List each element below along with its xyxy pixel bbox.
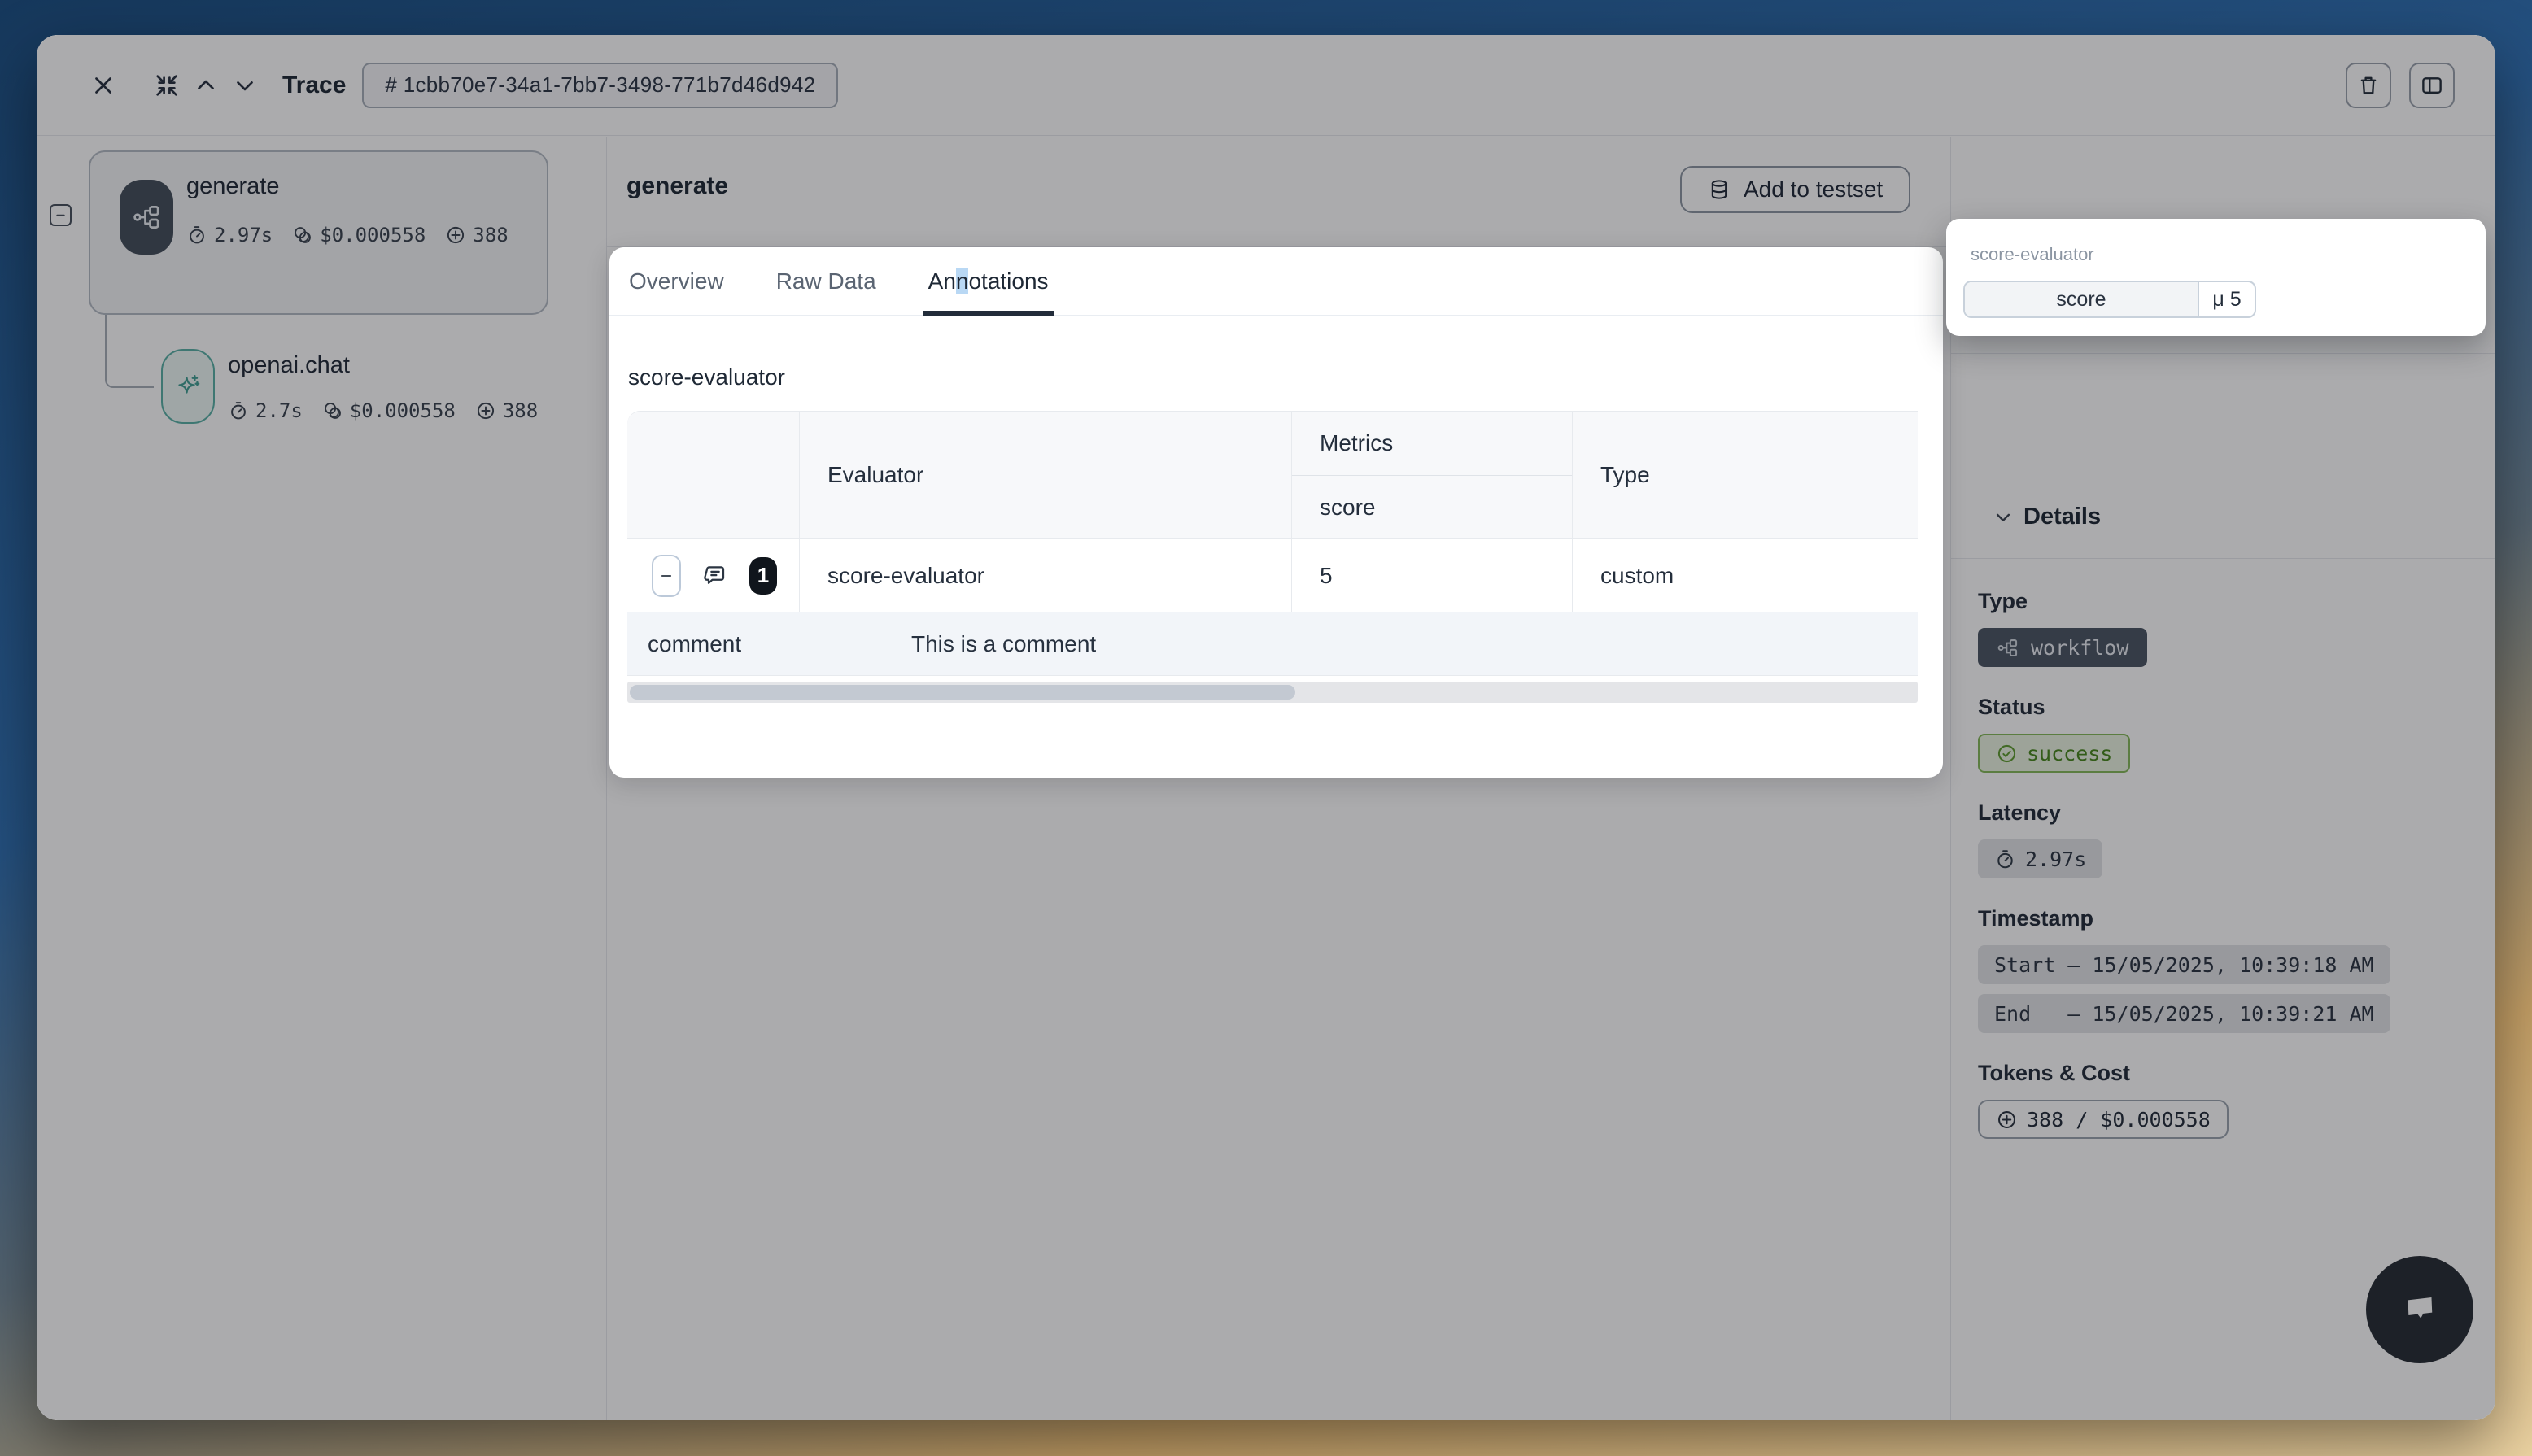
comment-value-cell: This is a comment xyxy=(893,612,1918,675)
table-header-metrics: Metrics score xyxy=(1292,412,1573,538)
metric-name-segment: score xyxy=(1965,282,2199,316)
table-header-row: Evaluator Metrics score Type xyxy=(627,411,1918,539)
metrics-header-cell: Metrics xyxy=(1292,412,1572,476)
column-header-label: Evaluator xyxy=(827,462,923,488)
column-header-label: Metrics xyxy=(1320,430,1393,456)
tab-annotations[interactable]: Annotations xyxy=(928,247,1049,315)
tab-raw-data[interactable]: Raw Data xyxy=(776,247,876,315)
row-score-cell: 5 xyxy=(1292,539,1573,612)
annotation-score-card: score-evaluator score μ 5 xyxy=(1946,219,2486,336)
comment-icon[interactable] xyxy=(702,563,728,589)
minus-square-icon xyxy=(659,569,674,583)
tab-label-part: otations xyxy=(968,268,1048,294)
comment-key-cell: comment xyxy=(627,612,893,675)
horizontal-scrollbar[interactable] xyxy=(627,682,1918,703)
tab-overview[interactable]: Overview xyxy=(629,247,724,315)
page-background: { "window": { "title": "Trace", "trace_i… xyxy=(0,0,2532,1456)
comment-count-badge: 1 xyxy=(749,557,777,595)
evaluator-section-title: score-evaluator xyxy=(628,364,785,390)
metric-name-cell: score xyxy=(1292,476,1572,538)
row-type-cell: custom xyxy=(1573,539,1918,612)
column-header-label: Type xyxy=(1600,462,1650,488)
row-evaluator-cell: score-evaluator xyxy=(800,539,1292,612)
table-header-controls xyxy=(627,412,800,538)
scrollbar-thumb[interactable] xyxy=(630,685,1295,700)
row-controls-cell: 1 xyxy=(627,539,800,612)
annotations-table: Evaluator Metrics score Type xyxy=(627,411,1918,703)
collapse-row-button[interactable] xyxy=(652,555,681,597)
tab-label-part: An xyxy=(928,268,956,294)
comment-row: comment This is a comment xyxy=(627,612,1918,676)
annotation-metric-pill[interactable]: score μ 5 xyxy=(1963,281,2256,318)
table-header-evaluator: Evaluator xyxy=(800,412,1292,538)
table-header-type: Type xyxy=(1573,412,1918,538)
trace-modal: Trace # 1cbb70e7-34a1-7bb7-3498-771b7d46… xyxy=(37,35,2495,1420)
tab-label-selection: n xyxy=(956,268,969,294)
tab-bar: Overview Raw Data Annotations xyxy=(609,247,1943,316)
annotation-evaluator-name: score-evaluator xyxy=(1971,244,2094,265)
span-tabs-card: Overview Raw Data Annotations score-eval… xyxy=(609,247,1943,778)
metric-name-label: score xyxy=(1320,495,1375,521)
table-row[interactable]: 1 score-evaluator 5 custom xyxy=(627,539,1918,612)
metric-value-segment: μ 5 xyxy=(2199,282,2255,316)
